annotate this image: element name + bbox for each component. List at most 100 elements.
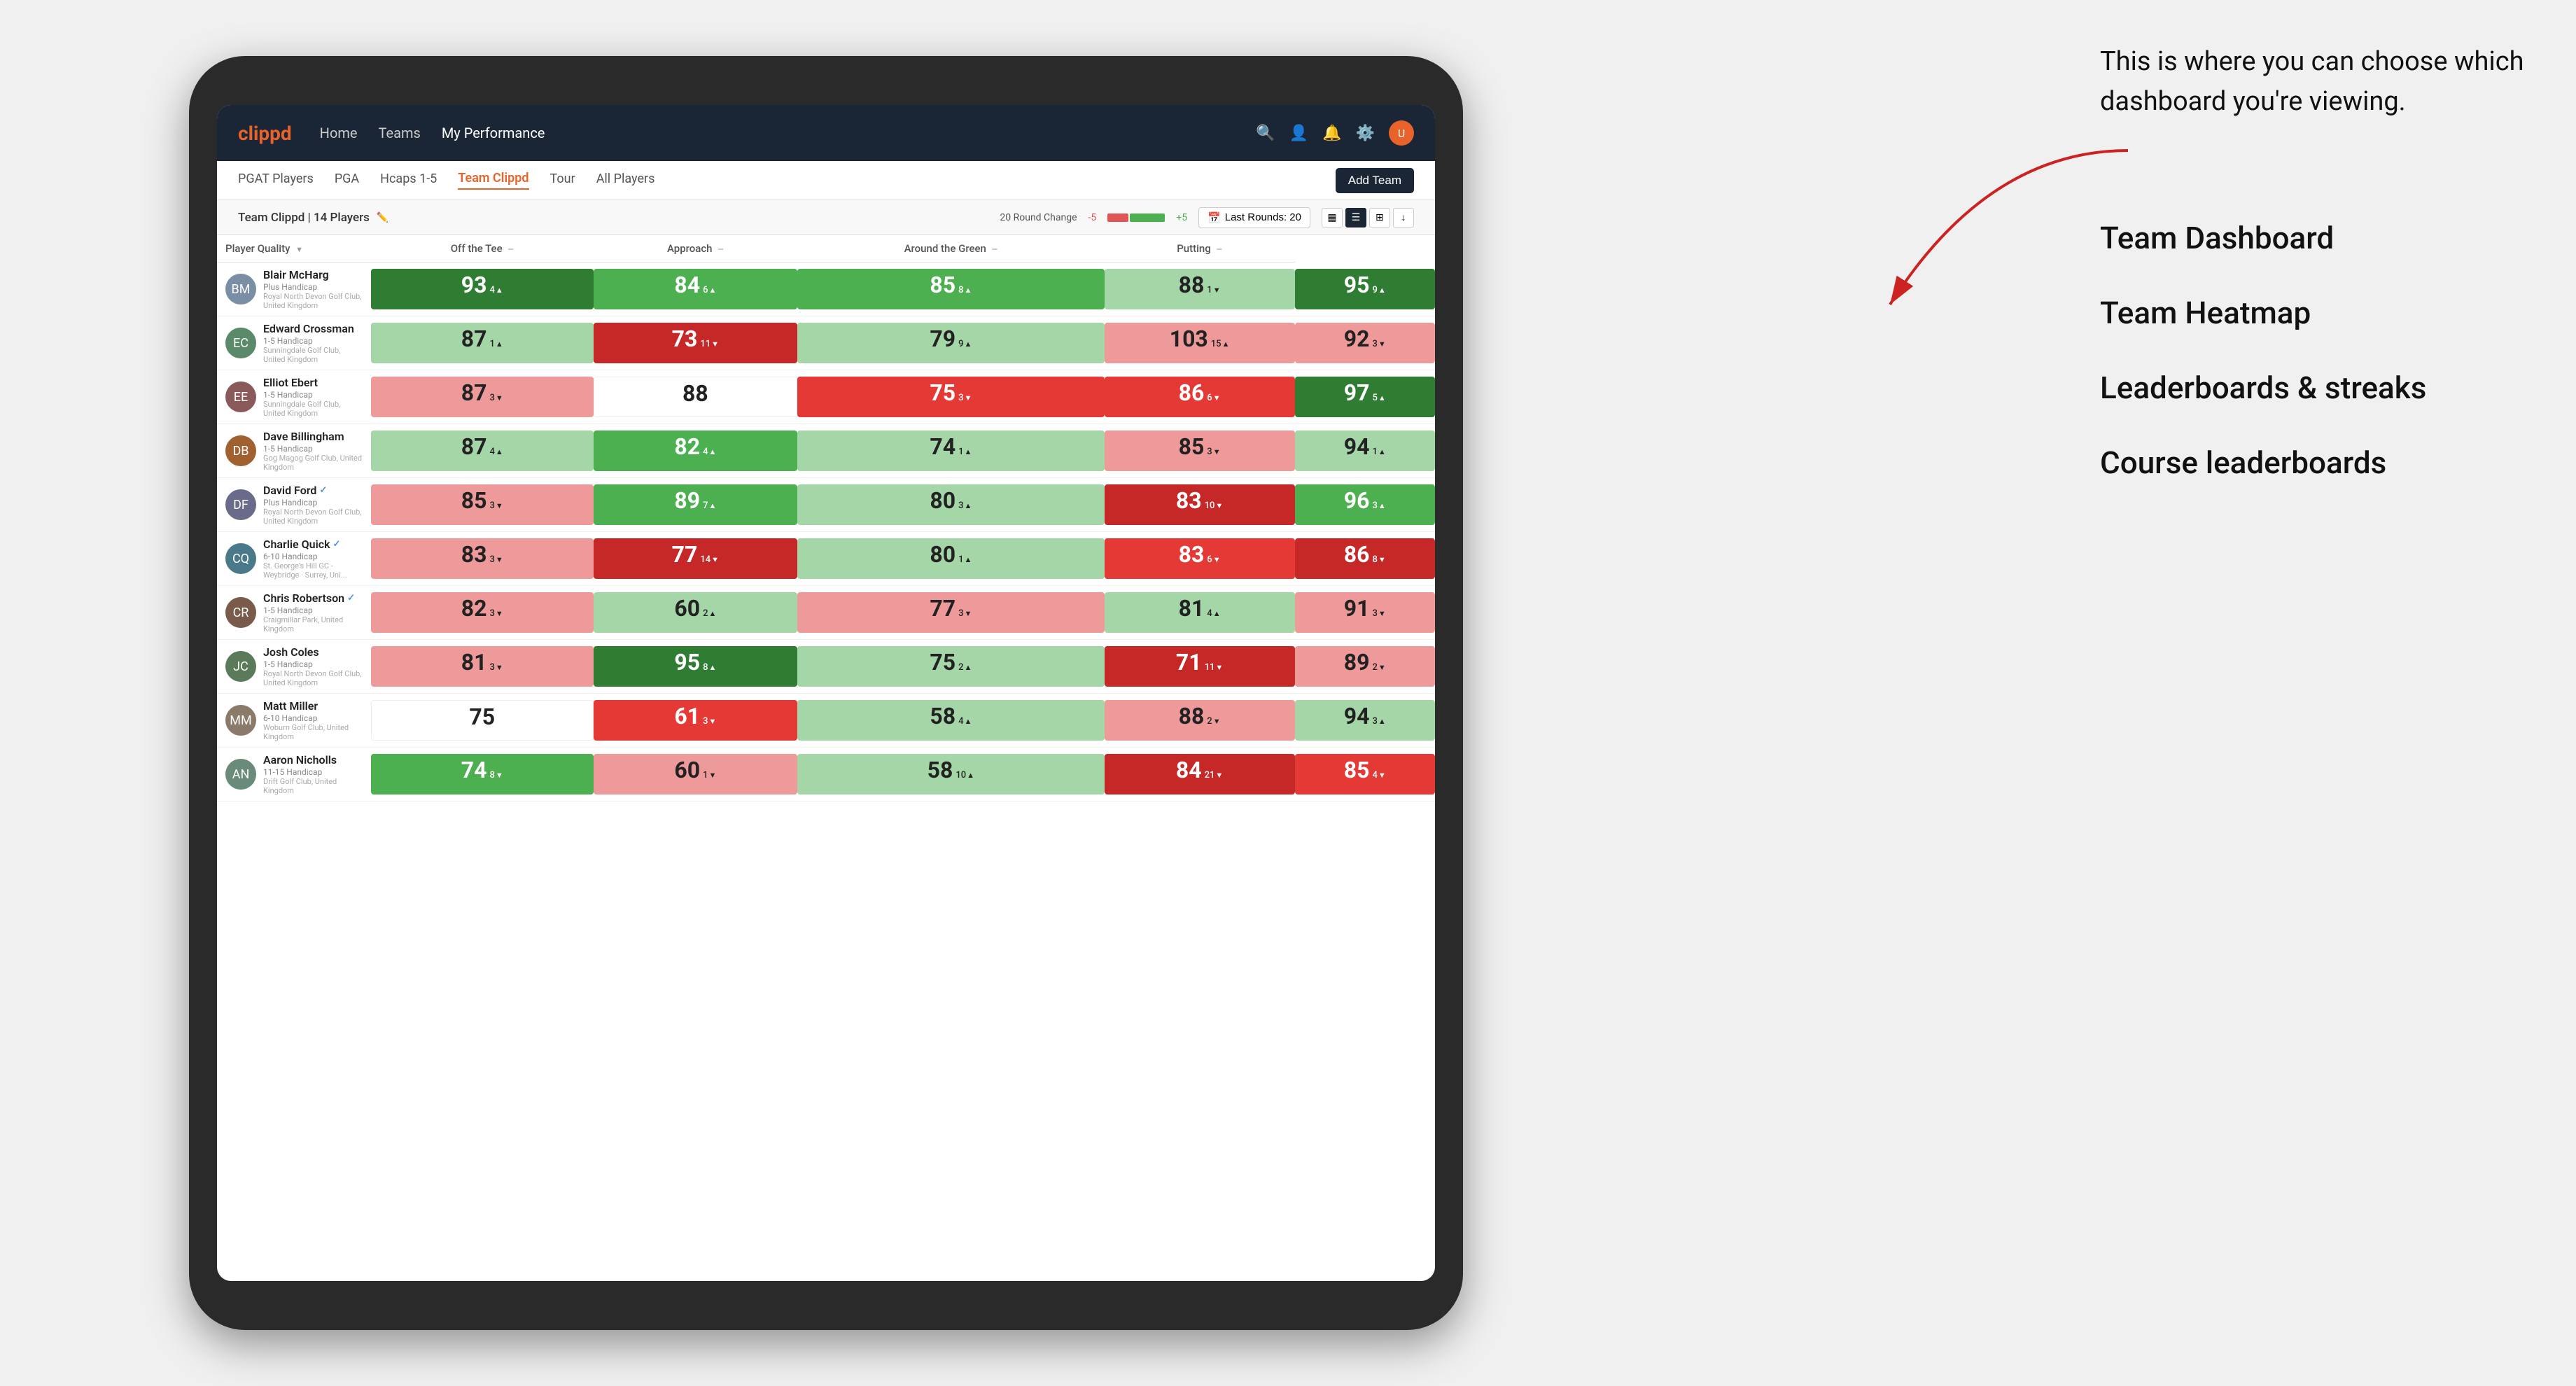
user-avatar[interactable]: U (1389, 120, 1414, 146)
col-header-around-green[interactable]: Around the Green — (797, 235, 1104, 262)
col-header-player[interactable]: Player Quality ▼ (217, 235, 371, 262)
score-value: 75 (930, 649, 955, 676)
player-putting-cell: 85 4▼ (1295, 748, 1435, 802)
tablet-screen: clippd Home Teams My Performance 🔍 👤 🔔 ⚙… (217, 105, 1435, 1281)
player-putting-cell: 97 5▲ (1295, 370, 1435, 424)
verified-icon: ✓ (319, 485, 327, 496)
col-header-putting[interactable]: Putting — (1105, 235, 1295, 262)
last-rounds-button[interactable]: 📅 Last Rounds: 20 (1198, 207, 1310, 228)
player-around-green-cell: 81 4▲ (1105, 586, 1295, 640)
player-name: Elliot Ebert (263, 376, 363, 389)
table-row[interactable]: JC Josh Coles 1-5 Handicap Royal North D… (217, 640, 1435, 694)
score-value: 86 (1344, 541, 1370, 568)
player-handicap: 6-10 Handicap (263, 552, 363, 561)
nav-teams[interactable]: Teams (379, 122, 421, 144)
round-change-label: 20 Round Change (1000, 212, 1077, 223)
player-off-tee-cell: 84 6▲ (594, 262, 798, 316)
player-off-tee-cell: 60 2▲ (594, 586, 798, 640)
table-row[interactable]: CR Chris Robertson✓ 1-5 Handicap Craigmi… (217, 586, 1435, 640)
player-cell-6: CR Chris Robertson✓ 1-5 Handicap Craigmi… (217, 586, 371, 640)
player-quality-cell: 81 3▼ (371, 640, 594, 694)
player-tbody: BM Blair McHarg Plus Handicap Royal Nort… (217, 262, 1435, 802)
player-table: Player Quality ▼ Off the Tee — Approach … (217, 235, 1435, 802)
view-export-button[interactable]: ↓ (1393, 208, 1414, 227)
player-avatar: JC (225, 651, 256, 682)
player-avatar: MM (225, 705, 256, 736)
score-value: 80 (930, 487, 955, 514)
player-approach-cell: 85 8▲ (797, 262, 1104, 316)
player-avatar: CR (225, 597, 256, 628)
player-around-green-cell: 83 10▼ (1105, 478, 1295, 532)
team-controls: 20 Round Change -5 +5 📅 Last Rounds: 20 … (1000, 207, 1414, 228)
verified-icon: ✓ (333, 539, 341, 550)
table-row[interactable]: AN Aaron Nicholls 11-15 Handicap Drift G… (217, 748, 1435, 802)
tab-hcaps[interactable]: Hcaps 1-5 (380, 172, 437, 189)
player-avatar: EC (225, 328, 256, 358)
tab-all-players[interactable]: All Players (596, 172, 655, 189)
player-club: Craigmillar Park, United Kingdom (263, 615, 363, 634)
view-heatmap-button[interactable]: ⊞ (1369, 208, 1390, 227)
score-value: 86 (1179, 379, 1205, 406)
table-header-row: Player Quality ▼ Off the Tee — Approach … (217, 235, 1435, 262)
player-club: Gog Magog Golf Club, United Kingdom (263, 454, 363, 472)
table-row[interactable]: BM Blair McHarg Plus Handicap Royal Nort… (217, 262, 1435, 316)
player-around-green-cell: 103 15▲ (1105, 316, 1295, 370)
view-buttons: ▦ ☰ ⊞ ↓ (1322, 208, 1414, 227)
player-approach-cell: 80 1▲ (797, 532, 1104, 586)
score-value: 95 (674, 649, 700, 676)
table-row[interactable]: MM Matt Miller 6-10 Handicap Woburn Golf… (217, 694, 1435, 748)
table-row[interactable]: EC Edward Crossman 1-5 Handicap Sunningd… (217, 316, 1435, 370)
score-value: 60 (674, 595, 700, 622)
add-team-button[interactable]: Add Team (1336, 168, 1414, 193)
annotation-panel: This is where you can choose which dashb… (2100, 42, 2534, 481)
player-avatar: EE (225, 382, 256, 412)
score-value: 73 (672, 326, 698, 352)
player-avatar: AN (225, 759, 256, 790)
tab-tour[interactable]: Tour (550, 172, 575, 189)
score-value: 88 (1179, 703, 1205, 729)
edit-icon[interactable]: ✏️ (377, 212, 388, 223)
player-club: Sunningdale Golf Club, United Kingdom (263, 400, 363, 418)
table-row[interactable]: DF David Ford✓ Plus Handicap Royal North… (217, 478, 1435, 532)
user-icon[interactable]: 👤 (1289, 125, 1308, 142)
score-value: 94 (1344, 433, 1370, 460)
score-value: 79 (930, 326, 955, 352)
player-approach-cell: 58 4▲ (797, 694, 1104, 748)
score-value: 89 (1344, 649, 1370, 676)
nav-my-performance[interactable]: My Performance (442, 122, 545, 144)
bell-icon[interactable]: 🔔 (1322, 125, 1341, 142)
tab-pgat-players[interactable]: PGAT Players (238, 172, 314, 189)
score-value: 81 (1179, 595, 1205, 622)
score-value: 97 (1344, 379, 1370, 406)
app-logo: clippd (238, 122, 292, 145)
view-table-button[interactable]: ☰ (1345, 208, 1366, 227)
score-value: 95 (1344, 272, 1370, 298)
tab-team-clippd[interactable]: Team Clippd (458, 171, 528, 190)
bar-red (1107, 214, 1128, 222)
view-grid-button[interactable]: ▦ (1322, 208, 1343, 227)
tab-pga[interactable]: PGA (335, 172, 359, 189)
player-off-tee-cell: 73 11▼ (594, 316, 798, 370)
nav-home[interactable]: Home (320, 122, 358, 144)
settings-icon[interactable]: ⚙️ (1356, 125, 1375, 142)
score-value: 103 (1170, 326, 1208, 352)
table-row[interactable]: DB Dave Billingham 1-5 Handicap Gog Mago… (217, 424, 1435, 478)
player-around-green-cell: 88 2▼ (1105, 694, 1295, 748)
search-icon[interactable]: 🔍 (1256, 125, 1275, 142)
player-cell-1: EC Edward Crossman 1-5 Handicap Sunningd… (217, 316, 371, 370)
player-club: Royal North Devon Golf Club, United King… (263, 507, 363, 526)
table-row[interactable]: EE Elliot Ebert 1-5 Handicap Sunningdale… (217, 370, 1435, 424)
col-header-approach[interactable]: Approach — (594, 235, 798, 262)
sub-nav: PGAT Players PGA Hcaps 1-5 Team Clippd T… (217, 161, 1435, 200)
player-avatar: DF (225, 489, 256, 520)
col-header-off-tee[interactable]: Off the Tee — (371, 235, 594, 262)
player-around-green-cell: 83 6▼ (1105, 532, 1295, 586)
table-row[interactable]: CQ Charlie Quick✓ 6-10 Handicap St. Geor… (217, 532, 1435, 586)
score-value: 71 (1176, 649, 1202, 676)
player-around-green-cell: 71 11▼ (1105, 640, 1295, 694)
player-name: Dave Billingham (263, 430, 363, 443)
dashboard-option-1: Team Heatmap (2100, 295, 2534, 331)
player-putting-cell: 96 3▲ (1295, 478, 1435, 532)
change-minus: -5 (1088, 212, 1097, 223)
change-bar (1107, 214, 1165, 222)
